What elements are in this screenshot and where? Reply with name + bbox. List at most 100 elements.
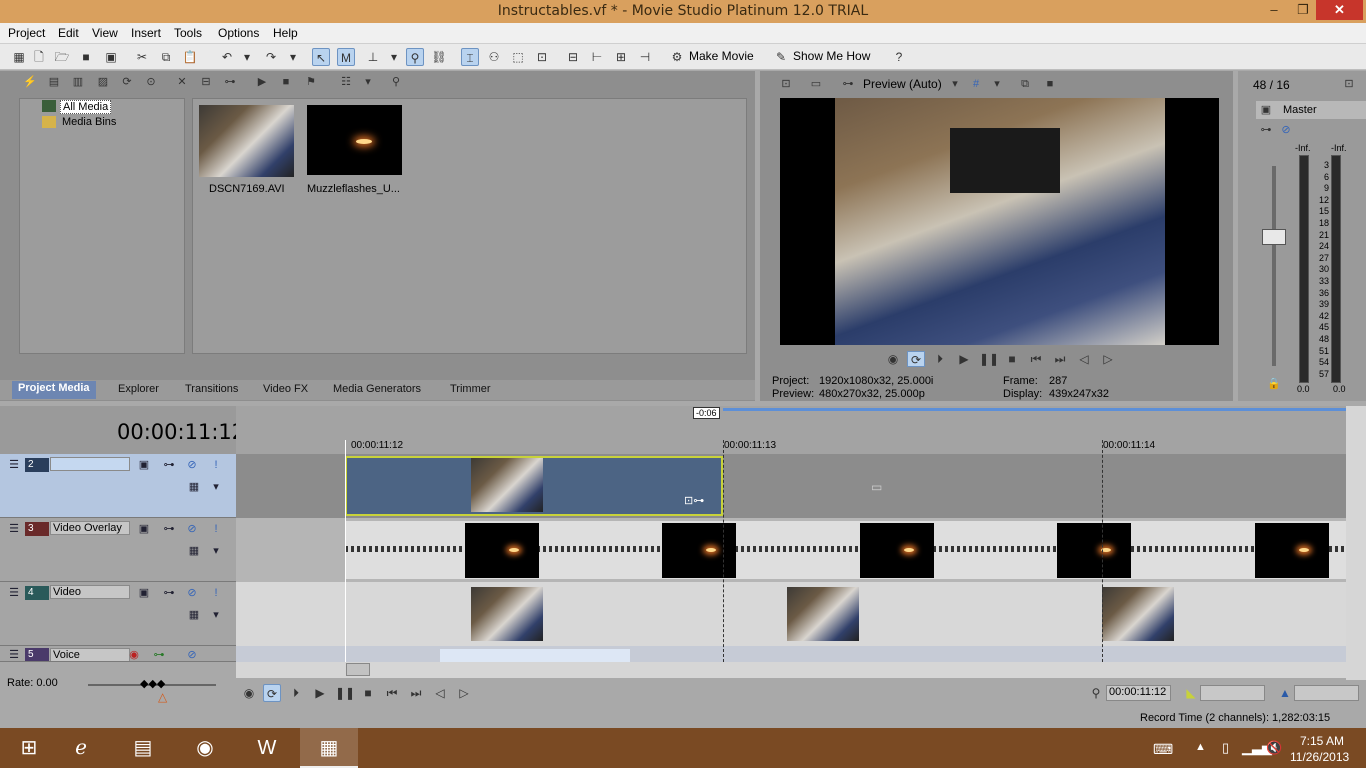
redo-dropdown-icon[interactable]: ▾: [284, 48, 302, 66]
previous-frame-icon[interactable]: ◁: [1075, 351, 1093, 367]
save-snapshot-icon[interactable]: ■: [1042, 76, 1058, 92]
next-frame-icon[interactable]: ▷: [1099, 351, 1117, 367]
preview-quality-select[interactable]: Preview (Auto): [863, 77, 942, 91]
remove-media-icon[interactable]: ✕: [174, 74, 190, 90]
show-me-how-icon[interactable]: ✎: [772, 48, 790, 66]
tab-video-fx[interactable]: Video FX: [263, 383, 308, 395]
mute-icon[interactable]: ⊘: [185, 458, 199, 472]
whats-this-icon[interactable]: ?: [890, 48, 908, 66]
tab-explorer[interactable]: Explorer: [118, 383, 159, 395]
redo-icon[interactable]: ↷: [262, 48, 280, 66]
undo-icon[interactable]: ↶: [218, 48, 236, 66]
timecode-display[interactable]: 00:00:11:12: [117, 420, 245, 444]
track-motion-icon[interactable]: ▦: [187, 608, 201, 622]
menu-view[interactable]: View: [92, 26, 118, 40]
word-icon[interactable]: W: [238, 728, 296, 768]
preview-video-frame[interactable]: [780, 98, 1219, 345]
menu-options[interactable]: Options: [218, 26, 259, 40]
stop-icon[interactable]: ■: [359, 684, 377, 702]
track-header-3[interactable]: ☰ 3 Video Overlay ▣ ⊶ ⊘ ! ▦ ▾: [0, 518, 236, 582]
capture-icon[interactable]: ▤: [46, 74, 62, 90]
internet-explorer-icon[interactable]: ℯ: [52, 728, 110, 768]
track-name-field[interactable]: Voice: [50, 648, 130, 661]
track-menu-icon[interactable]: ☰: [7, 586, 21, 600]
pause-icon[interactable]: ❚❚: [335, 684, 355, 702]
tool-dropdown-icon[interactable]: ▾: [385, 48, 403, 66]
snapping-icon[interactable]: ⌶: [461, 48, 479, 66]
next-frame-icon[interactable]: ▷: [455, 684, 473, 702]
timeline-ruler[interactable]: -0:06 00:00:11:12 00:00:11:13 00:00:11:1…: [236, 406, 1346, 454]
media-fx-icon[interactable]: ▨: [95, 74, 111, 90]
menu-tools[interactable]: Tools: [174, 26, 202, 40]
tab-transitions[interactable]: Transitions: [185, 383, 238, 395]
play-icon[interactable]: ▶: [311, 684, 329, 702]
insert-track-icon[interactable]: ⊟: [564, 48, 582, 66]
save-icon[interactable]: ■: [77, 48, 95, 66]
track-motion-icon[interactable]: ▦: [187, 544, 201, 558]
tab-media-generators[interactable]: Media Generators: [333, 383, 421, 395]
vertical-scrollbar[interactable]: [1346, 406, 1366, 680]
media-item-name[interactable]: Muzzleflashes_U...: [307, 183, 400, 195]
trim-icon[interactable]: ⊞: [612, 48, 630, 66]
mute-icon[interactable]: ⊘: [185, 586, 199, 600]
loop-playback-icon[interactable]: ⟳: [907, 351, 925, 367]
selection-length-field[interactable]: [1294, 685, 1359, 701]
expand-track-icon[interactable]: ▾: [209, 480, 223, 494]
normal-edit-tool-icon[interactable]: ↖: [312, 48, 330, 66]
auto-ripple-icon[interactable]: ⚲: [406, 48, 424, 66]
loop-region-bar[interactable]: [723, 408, 1346, 411]
track-name-field[interactable]: [50, 457, 130, 471]
lock-icon[interactable]: 🔒: [1266, 376, 1282, 392]
go-to-end-icon[interactable]: ⏭: [1051, 351, 1069, 367]
rate-slider-thumb[interactable]: ◆◆◆: [140, 677, 165, 690]
track-lane-2[interactable]: ⊡⊶ ▭: [236, 454, 1346, 518]
track-name-field[interactable]: Video: [50, 585, 130, 599]
compositing-mode-icon[interactable]: ▣: [137, 522, 151, 536]
pause-icon[interactable]: ❚❚: [979, 351, 999, 367]
loop-playback-icon[interactable]: ⟳: [263, 684, 281, 702]
project-properties-icon[interactable]: ▦: [10, 48, 28, 66]
external-monitor-icon[interactable]: ▭: [808, 76, 824, 92]
get-media-icon[interactable]: ▥: [70, 74, 86, 90]
copy-icon[interactable]: ⧉: [157, 48, 175, 66]
media-item-name[interactable]: DSCN7169.AVI: [209, 183, 285, 195]
track-lane-4[interactable]: [236, 582, 1346, 646]
file-explorer-icon[interactable]: ▤: [114, 728, 172, 768]
mute-icon[interactable]: ⊘: [1278, 122, 1294, 138]
mixer-properties-icon[interactable]: ⊡: [1341, 76, 1357, 92]
stop-preview-icon[interactable]: ■: [278, 74, 294, 90]
go-to-start-icon[interactable]: ⏮: [383, 684, 401, 702]
volume-muted-icon[interactable]: 🔇: [1266, 740, 1282, 756]
solo-icon[interactable]: !: [209, 522, 223, 536]
make-movie-button[interactable]: Make Movie: [689, 49, 754, 63]
selection-tool-icon[interactable]: ⬚: [509, 48, 527, 66]
views-icon[interactable]: ☷: [338, 74, 354, 90]
media-fx-2-icon[interactable]: ⊶: [222, 74, 238, 90]
copy-snapshot-icon[interactable]: ⧉: [1017, 76, 1033, 92]
minimize-button[interactable]: –: [1260, 0, 1288, 20]
mute-icon[interactable]: ⊘: [185, 522, 199, 536]
open-icon[interactable]: 🗁: [53, 48, 71, 66]
import-media-icon[interactable]: ⚡: [22, 74, 38, 90]
track-menu-icon[interactable]: ☰: [7, 458, 21, 472]
track-lane-5[interactable]: [236, 646, 1346, 662]
audio-clip[interactable]: [440, 649, 630, 662]
make-movie-icon[interactable]: ⚙: [668, 48, 686, 66]
clock-date[interactable]: 11/26/2013: [1290, 750, 1349, 764]
scroll-thumb[interactable]: [346, 663, 370, 676]
trim-start-icon[interactable]: ⊢: [588, 48, 606, 66]
play-from-start-icon[interactable]: ⏵: [931, 351, 949, 367]
solo-icon[interactable]: !: [209, 586, 223, 600]
compositing-mode-icon[interactable]: ▣: [137, 586, 151, 600]
media-thumbnail[interactable]: [307, 105, 402, 175]
volume-fader[interactable]: [1262, 229, 1286, 245]
render-icon[interactable]: ▣: [102, 48, 120, 66]
menu-help[interactable]: Help: [273, 26, 298, 40]
refresh-icon[interactable]: ⟳: [119, 74, 135, 90]
tree-all-media[interactable]: All Media: [60, 100, 112, 114]
chrome-icon[interactable]: ◉: [176, 728, 234, 768]
go-to-end-icon[interactable]: ⏭: [407, 684, 425, 702]
split-icon[interactable]: ⊥: [364, 48, 382, 66]
track-header-2[interactable]: ☰ 2 ▣ ⊶ ⊘ ! ▦ ▾: [0, 454, 236, 518]
menu-project[interactable]: Project: [8, 26, 45, 40]
